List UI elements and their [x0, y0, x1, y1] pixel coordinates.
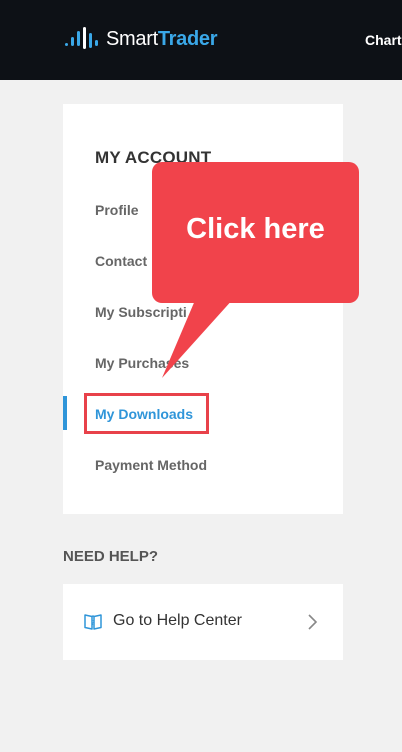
menu-item-contact[interactable]: Contact — [95, 253, 147, 269]
need-help-heading: NEED HELP? — [63, 548, 159, 565]
menu-item-payment-method[interactable]: Payment Method — [95, 457, 207, 473]
help-center-label: Go to Help Center — [113, 612, 242, 629]
logo-word-smart: Smart — [106, 28, 158, 50]
nav-link-charts[interactable]: Chart — [365, 32, 402, 48]
menu-item-my-purchases[interactable]: My Purchases — [95, 355, 189, 371]
svg-text:?: ? — [91, 619, 95, 627]
top-navigation-bar: SmartTrader Chart — [0, 0, 402, 80]
callout-text: Click here — [186, 213, 325, 245]
menu-item-profile[interactable]: Profile — [95, 202, 139, 218]
active-indicator — [63, 396, 67, 430]
help-center-link[interactable]: ? Go to Help Center — [63, 584, 343, 660]
logo-word-trader: Trader — [157, 28, 218, 50]
chevron-right-icon — [308, 614, 318, 630]
book-question-icon: ? — [84, 614, 102, 630]
logo-bars-icon — [65, 27, 98, 49]
logo-text: SmartTrader — [106, 29, 217, 49]
highlight-rectangle — [84, 393, 209, 434]
smarttrader-logo[interactable]: SmartTrader — [64, 24, 217, 54]
menu-item-my-subscriptions[interactable]: My Subscripti — [95, 304, 187, 320]
